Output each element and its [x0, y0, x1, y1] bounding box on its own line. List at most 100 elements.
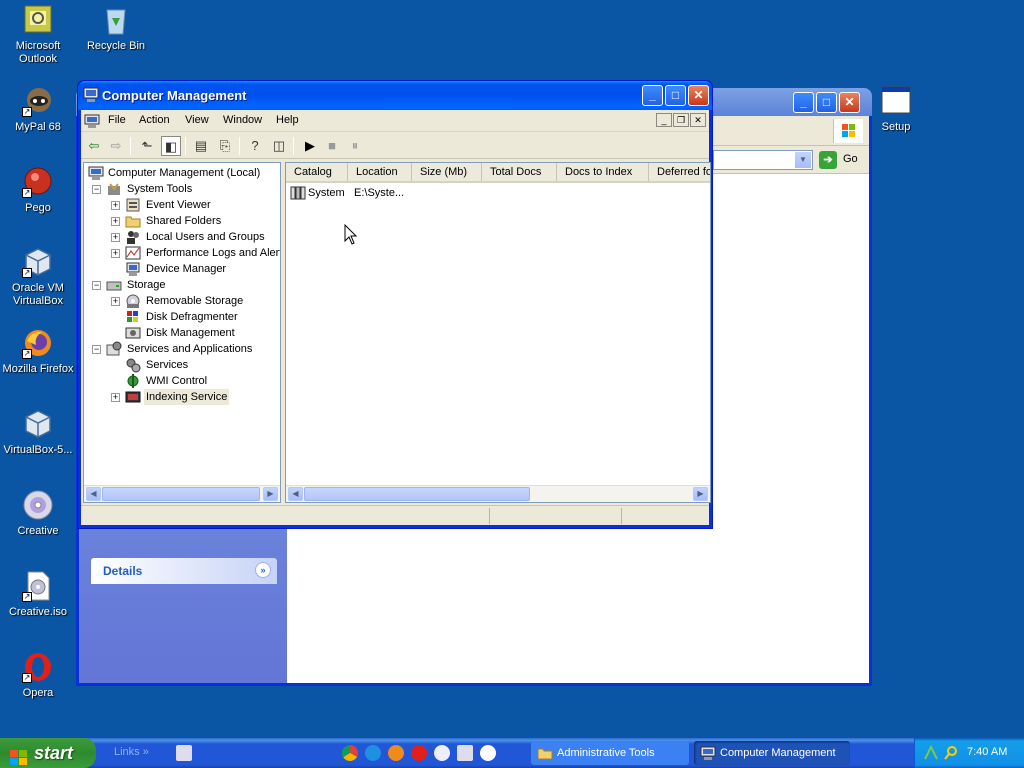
collapse-toggle[interactable]: − — [92, 185, 101, 194]
list-header: Catalog Location Size (Mb) Total Docs Do… — [286, 163, 710, 183]
scroll-thumb[interactable] — [102, 487, 260, 501]
firefox-icon[interactable] — [388, 745, 404, 761]
menu-window[interactable]: Window — [223, 114, 262, 126]
menu-action[interactable]: Action — [139, 114, 170, 126]
column-header-total-docs[interactable]: Total Docs — [482, 163, 557, 181]
desktop-icon-virtualbox[interactable]: ↗ Oracle VM VirtualBox — [0, 246, 76, 308]
desktop-icon-setup[interactable]: Setup — [858, 85, 934, 134]
desktop-icon-recycle-bin[interactable]: Recycle Bin — [78, 4, 154, 53]
column-header-location[interactable]: Location — [348, 163, 412, 181]
expand-toggle[interactable]: + — [111, 233, 120, 242]
desktop-icon-label: VirtualBox-5... — [3, 444, 73, 456]
details-list[interactable]: Catalog Location Size (Mb) Total Docs Do… — [285, 162, 711, 503]
tree-horizontal-scrollbar[interactable]: ◀ ▶ — [84, 485, 280, 502]
task-label: Administrative Tools — [557, 747, 655, 759]
collapse-toggle[interactable]: − — [92, 345, 101, 354]
bg-minimize-button[interactable]: _ — [793, 92, 814, 113]
expand-toggle[interactable]: + — [111, 201, 120, 210]
column-header-size[interactable]: Size (Mb) — [412, 163, 482, 181]
help-icon[interactable]: ? — [245, 136, 265, 156]
back-arrow-icon[interactable]: ⇦ — [84, 136, 104, 156]
desktop-icon-creative-iso[interactable]: ↗ Creative.iso — [0, 570, 76, 619]
desktop-icon-pego[interactable]: ↗ Pego — [0, 166, 76, 215]
desktop-icon-opera[interactable]: ↗ Opera — [0, 651, 76, 700]
column-header-deferred[interactable]: Deferred fo — [649, 163, 710, 181]
pego-icon: ↗ — [22, 166, 54, 198]
computer-management-window[interactable]: Computer Management _ □ ✕ File Action Vi… — [77, 80, 713, 529]
app-icon[interactable] — [457, 745, 473, 761]
opera-icon[interactable] — [411, 745, 427, 761]
stop-service-icon[interactable]: ■ — [322, 136, 342, 156]
go-button[interactable]: ➔ Go — [819, 150, 863, 170]
taskbar-button-computer-management[interactable]: Computer Management — [694, 741, 850, 765]
services-apps-icon — [106, 341, 122, 357]
menu-file[interactable]: File — [108, 114, 126, 126]
disk-management-icon — [125, 325, 141, 341]
cd-icon — [22, 489, 54, 521]
mdi-restore-button[interactable]: ❐ — [673, 113, 689, 127]
desktop-icon-creative[interactable]: Creative — [0, 489, 76, 538]
virtualbox-icon[interactable] — [434, 745, 450, 761]
maximize-button[interactable]: □ — [665, 85, 686, 106]
desktop-icon-outlook[interactable]: Microsoft Outlook — [0, 4, 76, 66]
removable-storage-icon — [125, 293, 141, 309]
chevron-down-icon[interactable]: ▼ — [795, 152, 811, 168]
scroll-left-arrow[interactable]: ◀ — [86, 487, 101, 501]
outlook-icon — [22, 4, 54, 36]
keyboard-icon[interactable] — [176, 745, 192, 761]
bg-address-field[interactable]: ▼ — [713, 150, 813, 170]
chevron-double-down-icon[interactable]: » — [255, 562, 271, 578]
scroll-right-arrow[interactable]: ▶ — [693, 487, 708, 501]
mdi-minimize-button[interactable]: _ — [656, 113, 672, 127]
bg-close-button[interactable]: ✕ — [839, 92, 860, 113]
bg-maximize-button[interactable]: □ — [816, 92, 837, 113]
windows-flag-icon — [10, 745, 28, 765]
details-panel-header[interactable]: Details » — [91, 558, 277, 584]
menu-help[interactable]: Help — [276, 114, 299, 126]
mmc-document-icon[interactable] — [84, 113, 100, 129]
expand-toggle[interactable]: + — [111, 217, 120, 226]
media-icon[interactable] — [480, 745, 496, 761]
action-pane-icon[interactable]: ◫ — [269, 136, 289, 156]
list-horizontal-scrollbar[interactable]: ◀ ▶ — [286, 485, 710, 502]
tree-item-label: Local Users and Groups — [146, 231, 265, 243]
chevron-right-icon[interactable]: » — [143, 746, 149, 758]
scroll-thumb[interactable] — [304, 487, 530, 501]
search-icon[interactable] — [943, 745, 959, 761]
desktop-icon-mypal[interactable]: ↗ MyPal 68 — [0, 85, 76, 134]
export-list-icon[interactable]: ⎘ — [215, 136, 235, 156]
tree-item-label: Device Manager — [146, 263, 227, 275]
window-titlebar[interactable]: Computer Management _ □ ✕ — [78, 81, 712, 110]
start-label: start — [34, 743, 74, 763]
links-toolbar[interactable]: Links » — [114, 746, 149, 758]
performance-icon — [125, 245, 141, 261]
forward-arrow-icon[interactable]: ⇨ — [106, 136, 126, 156]
up-one-level-icon[interactable]: ⬑ — [137, 136, 157, 156]
mdi-close-button[interactable]: ✕ — [690, 113, 706, 127]
network-icon[interactable] — [923, 744, 939, 761]
scroll-left-arrow[interactable]: ◀ — [288, 487, 303, 501]
expand-toggle[interactable]: + — [111, 249, 120, 258]
taskbar-button-administrative-tools[interactable]: Administrative Tools — [531, 741, 689, 765]
start-button[interactable]: start — [0, 738, 96, 768]
column-header-catalog[interactable]: Catalog — [286, 163, 348, 181]
column-header-docs-to-index[interactable]: Docs to Index — [557, 163, 649, 181]
pause-service-icon[interactable]: ⏸ — [345, 136, 365, 156]
close-button[interactable]: ✕ — [688, 85, 709, 106]
expand-toggle[interactable]: + — [111, 297, 120, 306]
table-row[interactable]: System E:\Syste... — [288, 185, 488, 201]
collapse-toggle[interactable]: − — [92, 281, 101, 290]
console-tree[interactable]: Computer Management (Local) − System Too… — [83, 162, 281, 503]
scroll-right-arrow[interactable]: ▶ — [263, 487, 278, 501]
chrome-icon[interactable] — [342, 745, 358, 761]
expand-toggle[interactable]: + — [111, 393, 120, 402]
desktop-icon-firefox[interactable]: ↗ Mozilla Firefox — [0, 327, 76, 376]
start-service-icon[interactable]: ▶ — [300, 136, 320, 156]
internet-explorer-icon[interactable] — [365, 745, 381, 761]
device-manager-icon — [125, 261, 141, 277]
minimize-button[interactable]: _ — [642, 85, 663, 106]
properties-icon[interactable]: ▤ — [191, 136, 211, 156]
desktop-icon-virtualbox-installer[interactable]: VirtualBox-5... — [0, 408, 76, 457]
menu-view[interactable]: View — [185, 114, 209, 126]
show-hide-tree-icon[interactable]: ◧ — [161, 136, 181, 156]
